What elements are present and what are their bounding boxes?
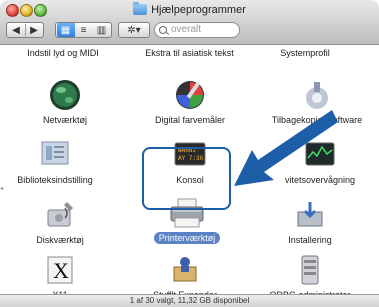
action-menu-button[interactable]: ✲▾	[118, 22, 150, 38]
item-label: Systemprofil	[280, 48, 330, 58]
item-sound-midi[interactable]: Indstil lyd og MIDI	[18, 47, 108, 59]
item-label: Installering	[288, 235, 332, 245]
item-label: Ekstra til asiatisk tekst	[145, 48, 234, 58]
printer-utility-highlight-box	[142, 147, 231, 210]
item-label: Diskværktøj	[36, 235, 84, 245]
view-buttons: ▦ ≡ ▥	[55, 22, 112, 38]
back-forward-buttons: ◀ ▶	[6, 22, 44, 38]
pointer-arrow	[234, 110, 338, 186]
icon-view-button[interactable]: ▦	[56, 23, 75, 37]
x11-icon-text: X	[53, 258, 69, 283]
window-title-text: Hjælpeprogrammer	[151, 4, 246, 16]
search-placeholder: overalt	[171, 24, 202, 35]
item-label: Netværktøj	[42, 115, 87, 125]
item-label-selected: Printerværktøj	[153, 232, 221, 244]
disk-utility-icon	[47, 202, 73, 227]
item-asian-text[interactable]: Ekstra til asiatisk tekst	[132, 47, 247, 59]
window-title: Hjælpeprogrammer	[0, 2, 379, 18]
list-view-button[interactable]: ≡	[75, 23, 93, 37]
item-directory-utility[interactable]: Biblioteksindstilling	[0, 138, 110, 186]
item-disk-utility[interactable]: Diskværktøj	[20, 198, 100, 246]
item-label: Digital farvemåler	[154, 115, 226, 125]
stuffit-icon	[173, 257, 197, 282]
globe-icon	[50, 80, 80, 110]
item-label: Biblioteksindstilling	[17, 175, 93, 185]
scroll-left-indicator[interactable]: ◂	[0, 185, 3, 192]
folder-icon	[133, 2, 148, 15]
search-icon	[159, 26, 167, 34]
item-network-utility[interactable]: Netværktøj	[25, 78, 105, 126]
column-view-button[interactable]: ▥	[93, 23, 111, 37]
directory-utility-icon	[41, 141, 69, 165]
item-system-profiler[interactable]: Systemprofil	[260, 47, 350, 59]
odbc-icon	[301, 255, 319, 285]
finder-window: Hjælpeprogrammer ◀ ▶ ▦ ≡ ▥ ✲▾ overalt Indst…	[0, 0, 379, 307]
x11-icon: X	[47, 256, 73, 284]
item-label: Indstil lyd og MIDI	[27, 48, 99, 58]
search-field[interactable]: overalt	[154, 22, 240, 38]
item-digital-color-meter[interactable]: Digital farvemåler	[145, 78, 235, 126]
color-meter-icon	[176, 81, 204, 109]
forward-button[interactable]: ▶	[25, 23, 43, 39]
titlebar: Hjælpeprogrammer ◀ ▶ ▦ ≡ ▥ ✲▾ overalt	[0, 0, 379, 45]
item-installer[interactable]: Installering	[265, 198, 355, 246]
nav-divider	[25, 24, 26, 36]
status-bar: 1 af 30 valgt, 11,32 GB disponibel	[0, 294, 379, 307]
installer-icon	[297, 202, 323, 227]
back-button[interactable]: ◀	[7, 23, 25, 39]
